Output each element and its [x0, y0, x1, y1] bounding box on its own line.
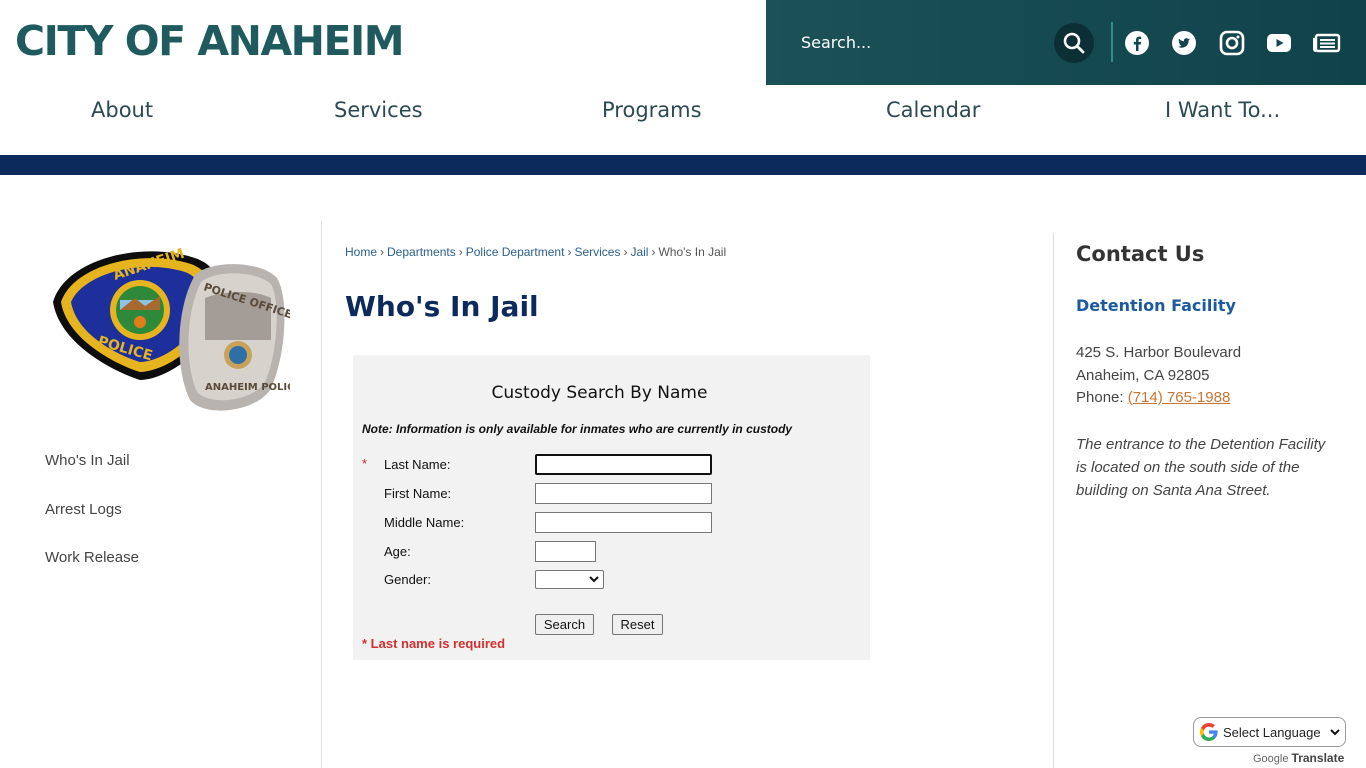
phone-link[interactable]: (714) 765-1988 — [1128, 389, 1231, 406]
breadcrumb-jail[interactable]: Jail — [630, 245, 648, 259]
breadcrumb-separator: › — [458, 245, 463, 259]
middle-name-label: Middle Name: — [384, 515, 465, 530]
language-select[interactable]: Select Language — [1193, 717, 1346, 747]
custody-search-form: Custody Search By Name Note: Information… — [353, 355, 870, 660]
police-badge-image: ANAHEIM POLICE POLICE OFFICER ANAHEIM PO… — [45, 240, 302, 420]
search-submit-button[interactable]: Search — [535, 614, 594, 635]
nav-calendar[interactable]: Calendar — [886, 98, 980, 122]
breadcrumb-separator: › — [567, 245, 572, 259]
breadcrumb-services[interactable]: Services — [574, 245, 620, 259]
last-name-input[interactable] — [535, 454, 712, 475]
phone-label: Phone: — [1076, 389, 1124, 406]
nav-about[interactable]: About — [91, 98, 153, 122]
sidebar-link-work-release[interactable]: Work Release — [45, 549, 139, 566]
contact-subtitle[interactable]: Detention Facility — [1076, 296, 1236, 315]
news-link[interactable] — [1312, 28, 1342, 58]
search-button[interactable] — [1054, 23, 1094, 63]
news-icon — [1313, 33, 1341, 53]
required-message: * Last name is required — [362, 636, 506, 651]
nav-accent-bar — [0, 155, 1366, 175]
required-marker: * — [362, 456, 368, 471]
twitter-icon — [1172, 31, 1196, 55]
youtube-icon — [1267, 34, 1291, 52]
main-nav: About Services Programs Calendar I Want … — [0, 85, 1366, 155]
left-column-divider — [321, 221, 322, 768]
google-icon — [1200, 723, 1218, 741]
breadcrumb-police-department[interactable]: Police Department — [466, 245, 565, 259]
breadcrumb-separator: › — [623, 245, 628, 259]
last-name-label: Last Name: — [384, 457, 451, 472]
facebook-link[interactable] — [1122, 28, 1152, 58]
nav-i-want-to[interactable]: I Want To... — [1165, 98, 1280, 122]
translate-wordmark: Translate — [1291, 751, 1345, 765]
first-name-input[interactable] — [535, 483, 712, 504]
form-title: Custody Search By Name — [491, 383, 708, 403]
first-name-label: First Name: — [384, 486, 452, 501]
twitter-link[interactable] — [1169, 28, 1199, 58]
language-select-label: Select Language — [1223, 724, 1321, 740]
nav-services[interactable]: Services — [334, 98, 423, 122]
right-column-divider — [1053, 233, 1054, 768]
contact-address-line1: 425 S. Harbor Boulevard — [1076, 344, 1242, 361]
breadcrumb-separator: › — [651, 245, 656, 259]
middle-name-input[interactable] — [535, 512, 712, 533]
chevron-down-icon — [589, 576, 599, 583]
nav-programs[interactable]: Programs — [602, 98, 702, 122]
breadcrumb-separator: › — [380, 245, 385, 259]
instagram-icon — [1219, 30, 1245, 56]
age-input[interactable] — [535, 541, 596, 562]
search-panel: Search... — [766, 0, 1366, 85]
site-header: CITY OF ANAHEIM Search... — [0, 0, 1366, 85]
breadcrumb: Home › Departments › Police Department › Servi… — [345, 245, 726, 259]
contact-address-line2: Anaheim, CA 92805 — [1076, 367, 1210, 384]
search-input[interactable]: Search... — [801, 33, 871, 52]
instagram-link[interactable] — [1217, 28, 1247, 58]
city-logo[interactable]: CITY OF ANAHEIM — [15, 18, 405, 64]
contact-phone: Phone: (714) 765-1988 — [1076, 389, 1230, 406]
age-label: Age: — [384, 544, 411, 559]
breadcrumb-home[interactable]: Home — [345, 245, 377, 259]
youtube-link[interactable] — [1264, 28, 1294, 58]
gender-select[interactable] — [535, 570, 604, 589]
search-icon — [1063, 32, 1085, 54]
sidebar-link-arrest-logs[interactable]: Arrest Logs — [45, 501, 122, 518]
form-note: Note: Information is only available for … — [362, 422, 793, 436]
page-title: Who's In Jail — [345, 290, 539, 323]
google-translate-credit[interactable]: Google Translate — [1253, 751, 1344, 765]
breadcrumb-current: Who's In Jail — [658, 245, 727, 259]
contact-note: The entrance to the Detention Facility i… — [1076, 436, 1326, 499]
sidebar-link-whos-in-jail[interactable]: Who's In Jail — [45, 452, 130, 469]
google-wordmark: Google — [1253, 753, 1289, 765]
gender-label: Gender: — [384, 572, 431, 587]
svg-text:ANAHEIM POLICE: ANAHEIM POLICE — [205, 382, 290, 393]
breadcrumb-departments[interactable]: Departments — [387, 245, 456, 259]
chevron-down-icon — [1330, 729, 1340, 736]
header-divider — [1111, 22, 1113, 62]
reset-button[interactable]: Reset — [612, 614, 663, 635]
contact-title: Contact Us — [1076, 242, 1205, 266]
facebook-icon — [1125, 31, 1149, 55]
